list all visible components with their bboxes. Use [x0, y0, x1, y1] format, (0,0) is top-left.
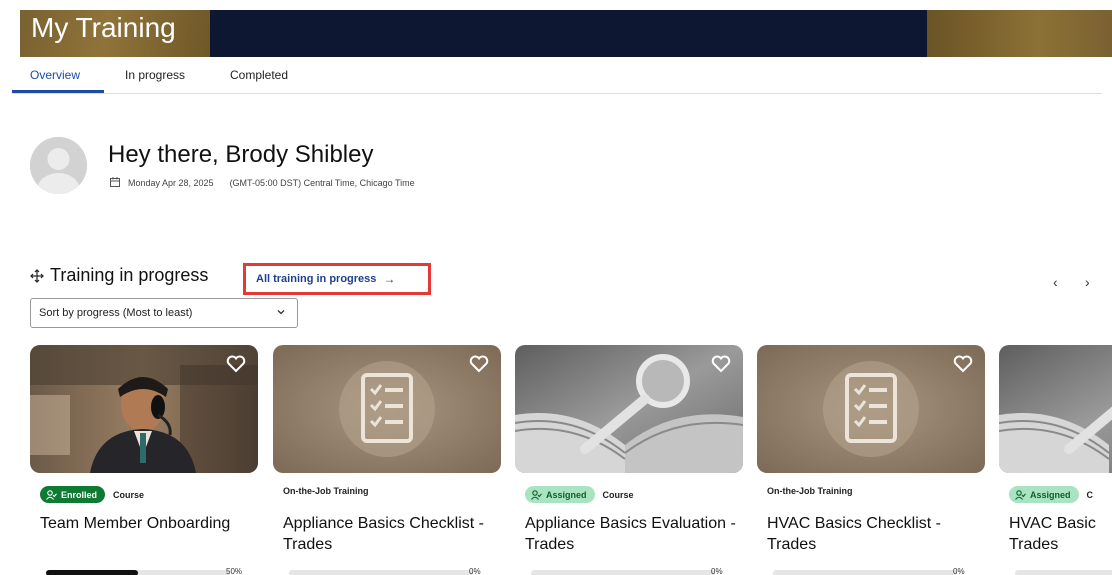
chevron-down-icon — [276, 307, 286, 320]
current-date: Monday Apr 28, 2025 — [128, 178, 214, 188]
training-card[interactable]: On-the-Job Training Appliance Basics Che… — [273, 345, 501, 575]
training-section-title: Training in progress — [30, 265, 208, 286]
progress-bar — [773, 570, 957, 575]
training-card[interactable]: Enrolled Course Team Member Onboarding 5… — [30, 345, 258, 575]
tab-overview[interactable]: Overview — [30, 68, 80, 82]
card-title[interactable]: Appliance Basics Evaluation - Trades — [525, 513, 740, 555]
calendar-icon — [110, 177, 120, 189]
greeting-text: Hey there, Brody Shibley — [108, 141, 374, 168]
arrow-right-icon: → — [383, 272, 396, 286]
user-check-icon — [1015, 489, 1026, 500]
progress-bar — [289, 570, 473, 575]
training-card[interactable]: Assigned C HVAC Basic Trades — [999, 345, 1112, 575]
card-image-person-phone — [30, 345, 258, 473]
training-card[interactable]: Assigned Course Appliance Basics Evaluat… — [515, 345, 743, 575]
move-icon[interactable] — [30, 268, 44, 283]
status-badge-label: Enrolled — [61, 489, 98, 500]
tab-in-progress[interactable]: In progress — [125, 68, 185, 82]
chevron-left-icon[interactable]: ‹ — [1053, 274, 1058, 290]
card-type: C — [1086, 489, 1094, 500]
status-badge: Assigned — [525, 486, 595, 503]
progress-bar — [531, 570, 715, 575]
card-title[interactable]: Team Member Onboarding — [40, 513, 255, 534]
card-meta: On-the-Job Training — [283, 486, 369, 496]
avatar — [30, 137, 87, 194]
all-training-link-label: All training in progress — [256, 273, 377, 285]
page-banner: My Training — [0, 0, 1112, 57]
all-training-in-progress-link[interactable]: All training in progress → — [243, 263, 431, 295]
sort-select[interactable]: Sort by progress (Most to least) — [30, 298, 298, 328]
banner-gold-right — [927, 10, 1112, 57]
card-type: Course — [113, 489, 145, 500]
progress-bar — [46, 570, 230, 575]
progress-bar — [1015, 570, 1112, 575]
page-title: My Training — [31, 12, 176, 43]
progress-percent: 50% — [226, 567, 243, 575]
status-badge: Enrolled — [40, 486, 106, 503]
progress-percent: 0% — [953, 567, 965, 575]
banner-strip: My Training — [20, 10, 1112, 57]
card-title[interactable]: HVAC Basics Checklist - Trades — [767, 513, 982, 555]
training-section-label: Training in progress — [50, 265, 209, 285]
user-check-icon — [46, 489, 57, 500]
banner-gold-left: My Training — [20, 10, 210, 57]
timezone: (GMT-05:00 DST) Central Time, Chicago Ti… — [229, 178, 415, 188]
date-row: Monday Apr 28, 2025 (GMT-05:00 DST) Cent… — [110, 177, 415, 189]
card-meta: On-the-Job Training — [767, 486, 853, 496]
favorite-heart-icon[interactable] — [226, 355, 246, 373]
card-type: Course — [602, 489, 634, 500]
status-badge-label: Assigned — [546, 489, 587, 500]
training-card[interactable]: On-the-Job Training HVAC Basics Checklis… — [757, 345, 985, 575]
card-meta: Assigned C — [1009, 486, 1093, 503]
card-type: On-the-Job Training — [767, 486, 853, 496]
tab-completed[interactable]: Completed — [230, 68, 288, 82]
card-title[interactable]: Appliance Basics Checklist - Trades — [283, 513, 498, 555]
favorite-heart-icon[interactable] — [469, 355, 489, 373]
tab-bar: Overview In progress Completed — [12, 62, 1102, 94]
user-check-icon — [531, 489, 542, 500]
status-badge: Assigned — [1009, 486, 1079, 503]
active-tab-indicator — [12, 90, 104, 93]
progress-fill — [46, 570, 138, 575]
card-title[interactable]: HVAC Basic Trades — [1009, 513, 1112, 555]
card-meta: Assigned Course — [525, 486, 634, 503]
favorite-heart-icon[interactable] — [953, 355, 973, 373]
card-type: On-the-Job Training — [283, 486, 369, 496]
status-badge-label: Assigned — [1030, 489, 1071, 500]
card-meta: Enrolled Course — [40, 486, 144, 503]
card-image-checklist — [757, 345, 985, 473]
chevron-right-icon[interactable]: › — [1085, 274, 1090, 290]
progress-percent: 0% — [469, 567, 481, 575]
card-image-magnifier-book — [515, 345, 743, 473]
card-image-magnifier-book — [999, 345, 1112, 473]
banner-navy-band — [210, 10, 927, 57]
favorite-heart-icon[interactable] — [711, 355, 731, 373]
card-image-checklist — [273, 345, 501, 473]
progress-percent: 0% — [711, 567, 723, 575]
sort-select-value: Sort by progress (Most to least) — [39, 307, 193, 319]
